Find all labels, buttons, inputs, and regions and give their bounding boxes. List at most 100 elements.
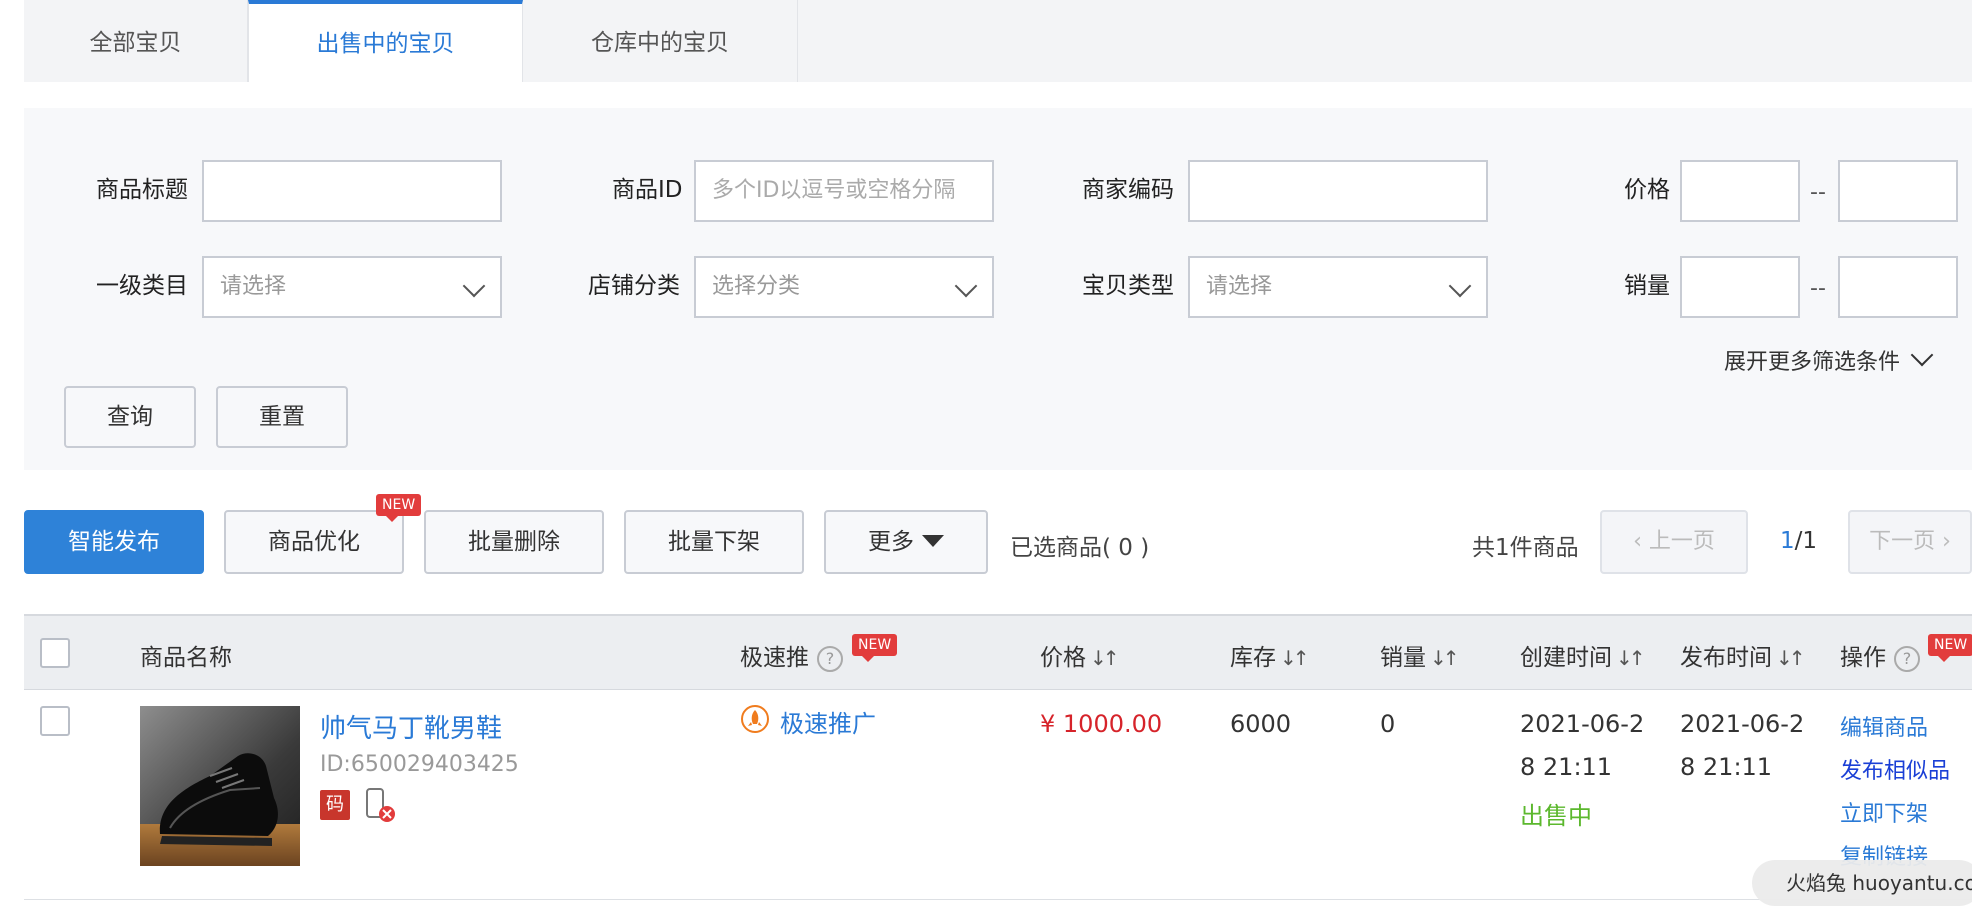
chevron-down-icon <box>1910 343 1934 367</box>
col-header-price-label: 价格 <box>1040 645 1086 671</box>
more-dropdown-button[interactable]: 更多 <box>824 510 988 574</box>
title-label: 商品标题 <box>96 177 188 203</box>
sort-icon: ↓↑ <box>1090 646 1119 670</box>
sales-min-input[interactable] <box>1680 256 1800 318</box>
product-sales: 0 <box>1380 710 1396 738</box>
col-header-sales-label: 销量 <box>1380 645 1426 671</box>
col-header-actions-label: 操作 <box>1840 645 1886 671</box>
new-badge: NEW <box>852 634 898 662</box>
edit-item-link[interactable]: 编辑商品 <box>1840 710 1928 742</box>
category-label: 一级类目 <box>96 273 188 299</box>
item-type-select-value: 请选择 <box>1206 274 1273 299</box>
more-label: 更多 <box>868 529 914 555</box>
chevron-down-icon <box>954 274 978 298</box>
product-thumbnail[interactable] <box>140 706 300 866</box>
price-max-input[interactable] <box>1838 160 1958 222</box>
selected-count: 已选商品( 0 ) <box>1010 535 1150 561</box>
promo-link[interactable]: 极速推广 <box>780 704 876 739</box>
shop-category-select[interactable]: 选择分类 <box>694 256 994 318</box>
tab-all-items[interactable]: 全部宝贝 <box>24 0 248 82</box>
published-time: 8 21:11 <box>1680 753 1773 781</box>
row-checkbox[interactable] <box>40 706 70 736</box>
price-label: 价格 <box>1624 177 1670 203</box>
prev-page-button[interactable]: ‹ 上一页 <box>1600 510 1748 574</box>
id-input[interactable]: 多个ID以逗号或空格分隔 <box>694 160 994 222</box>
smart-publish-button[interactable]: 智能发布 <box>24 510 204 574</box>
prev-page-label: 上一页 <box>1648 529 1715 554</box>
watermark: 火焰兔 huoyantu.com <box>1752 860 1972 906</box>
category-select-value: 请选择 <box>220 274 287 299</box>
sort-icon: ↓↑ <box>1776 646 1805 670</box>
col-header-promo: 极速推? <box>740 638 843 672</box>
batch-offline-button[interactable]: 批量下架 <box>624 510 804 574</box>
product-title-link[interactable]: 帅气马丁靴男鞋 <box>320 708 502 745</box>
col-header-created-label: 创建时间 <box>1520 645 1612 671</box>
chevron-down-icon <box>1448 274 1472 298</box>
new-badge: NEW <box>376 494 422 522</box>
shop-category-label: 店铺分类 <box>588 273 680 299</box>
help-icon[interactable]: ? <box>817 645 843 672</box>
col-header-stock-label: 库存 <box>1230 645 1276 671</box>
col-header-stock[interactable]: 库存 ↓↑ <box>1230 638 1309 672</box>
tab-warehouse[interactable]: 仓库中的宝贝 <box>523 0 798 82</box>
sort-icon: ↓↑ <box>1280 646 1309 670</box>
take-offline-link[interactable]: 立即下架 <box>1840 796 1928 828</box>
col-header-sales[interactable]: 销量 ↓↑ <box>1380 638 1459 672</box>
price-min-input[interactable] <box>1680 160 1800 222</box>
total-count: 共1件商品 <box>1472 535 1579 561</box>
created-date: 2021-06-2 <box>1520 710 1645 738</box>
status-badge: 出售中 <box>1520 802 1592 830</box>
sales-max-input[interactable] <box>1838 256 1958 318</box>
col-header-created[interactable]: 创建时间 ↓↑ <box>1520 638 1645 672</box>
filter-panel: 商品标题 商品ID 多个ID以逗号或空格分隔 商家编码 价格 -- 一级类目 请… <box>24 108 1972 470</box>
col-header-published[interactable]: 发布时间 ↓↑ <box>1680 638 1805 672</box>
category-select[interactable]: 请选择 <box>202 256 502 318</box>
publish-similar-link[interactable]: 发布相似品 <box>1840 753 1950 785</box>
batch-delete-button[interactable]: 批量删除 <box>424 510 604 574</box>
code-badge[interactable]: 码 <box>320 790 350 820</box>
help-icon[interactable]: ? <box>1894 645 1920 672</box>
chevron-right-icon: › <box>1935 529 1951 554</box>
price-range-separator: -- <box>1810 180 1826 205</box>
product-price: ¥ 1000.00 <box>1040 710 1163 738</box>
page-indicator: 1/1 <box>1780 528 1817 554</box>
col-header-price[interactable]: 价格 ↓↑ <box>1040 638 1119 672</box>
published-date: 2021-06-2 <box>1680 710 1805 738</box>
expand-filters-label: 展开更多筛选条件 <box>1724 350 1901 375</box>
next-page-label: 下一页 <box>1869 529 1936 554</box>
table-header: 商品名称 极速推? NEW 价格 ↓↑ 库存 ↓↑ 销量 ↓↑ 创建时间 ↓↑ 发布时间… <box>24 614 1972 690</box>
shop-category-select-value: 选择分类 <box>712 274 801 299</box>
tab-bar: 全部宝贝 出售中的宝贝 仓库中的宝贝 <box>24 0 1972 82</box>
sales-label: 销量 <box>1624 273 1670 299</box>
sales-range-separator: -- <box>1810 276 1826 301</box>
rocket-icon <box>740 704 770 738</box>
query-button[interactable]: 查询 <box>64 386 196 448</box>
product-id: ID:650029403425 <box>320 752 519 777</box>
optimize-button[interactable]: 商品优化 <box>224 510 404 574</box>
chevron-left-icon: ‹ <box>1633 529 1649 554</box>
id-label: 商品ID <box>612 177 683 203</box>
created-time: 8 21:11 <box>1520 753 1613 781</box>
caret-down-icon <box>922 535 944 547</box>
total-pages: /1 <box>1794 528 1818 554</box>
item-type-select[interactable]: 请选择 <box>1188 256 1488 318</box>
next-page-button[interactable]: 下一页 › <box>1848 510 1972 574</box>
current-page: 1 <box>1780 528 1795 554</box>
title-input[interactable] <box>202 160 502 222</box>
expand-filters-link[interactable]: 展开更多筛选条件 <box>1724 343 1934 376</box>
code-input[interactable] <box>1188 160 1488 222</box>
col-header-published-label: 发布时间 <box>1680 645 1772 671</box>
chevron-down-icon <box>462 274 486 298</box>
product-stock: 6000 <box>1230 710 1292 738</box>
tab-on-sale[interactable]: 出售中的宝贝 <box>248 0 523 82</box>
mobile-disabled-icon[interactable] <box>364 788 398 824</box>
sort-icon: ↓↑ <box>1616 646 1645 670</box>
select-all-checkbox[interactable] <box>40 638 70 668</box>
item-type-label: 宝贝类型 <box>1082 273 1174 299</box>
table-row: 帅气马丁靴男鞋 ID:650029403425 码 极速推广 ¥ 1000.00… <box>24 690 1972 900</box>
col-header-actions: 操作? <box>1840 638 1920 672</box>
sort-icon: ↓↑ <box>1430 646 1459 670</box>
new-badge: NEW <box>1928 634 1972 662</box>
col-header-promo-label: 极速推 <box>740 645 809 671</box>
reset-button[interactable]: 重置 <box>216 386 348 448</box>
